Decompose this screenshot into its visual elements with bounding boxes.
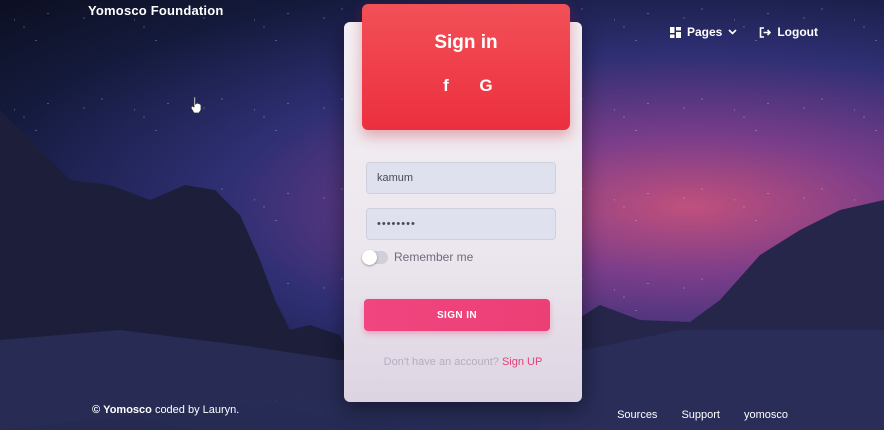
facebook-icon[interactable]: f <box>437 76 455 96</box>
remember-me-label: Remember me <box>394 250 474 264</box>
copyright-text: coded by Lauryn. <box>154 404 240 416</box>
copyright-symbol: © <box>92 404 101 416</box>
copyright-brand: Yomosco <box>103 404 152 416</box>
pages-menu[interactable]: Pages <box>669 25 737 39</box>
footer-link-yomosco[interactable]: yomosco <box>744 409 788 421</box>
logout-icon <box>760 26 772 38</box>
dashboard-icon <box>669 26 681 38</box>
navbar-actions: Pages Logout <box>669 25 818 39</box>
password-input[interactable]: •••••••• <box>366 208 556 240</box>
logout-link[interactable]: Logout <box>759 25 818 39</box>
google-icon[interactable]: G <box>477 76 495 96</box>
card-title: Sign in <box>434 32 498 53</box>
sign-up-link[interactable]: Sign UP <box>502 356 542 368</box>
footer-link-sources[interactable]: Sources <box>617 409 657 421</box>
signup-prompt-line: Don't have an account? Sign UP <box>344 356 582 368</box>
footer-link-support[interactable]: Support <box>681 409 720 421</box>
remember-me: Remember me <box>362 249 474 265</box>
footer-copyright: © Yomosco coded by Lauryn. <box>92 404 239 416</box>
login-card-header: Sign in f G <box>362 4 570 130</box>
footer-links: Sources Support yomosco <box>617 409 788 421</box>
remember-me-toggle[interactable] <box>362 249 388 265</box>
chevron-down-icon <box>728 29 737 35</box>
username-input[interactable]: kamum <box>366 162 556 194</box>
sign-in-button[interactable]: SIGN IN <box>364 299 550 331</box>
pages-label: Pages <box>686 25 723 39</box>
hand-cursor-icon <box>190 96 202 114</box>
social-login: f G <box>362 76 570 96</box>
navbar-brand[interactable]: Yomosco Foundation <box>88 3 224 18</box>
logout-label: Logout <box>777 25 818 39</box>
signup-prompt: Don't have an account? <box>383 356 499 368</box>
